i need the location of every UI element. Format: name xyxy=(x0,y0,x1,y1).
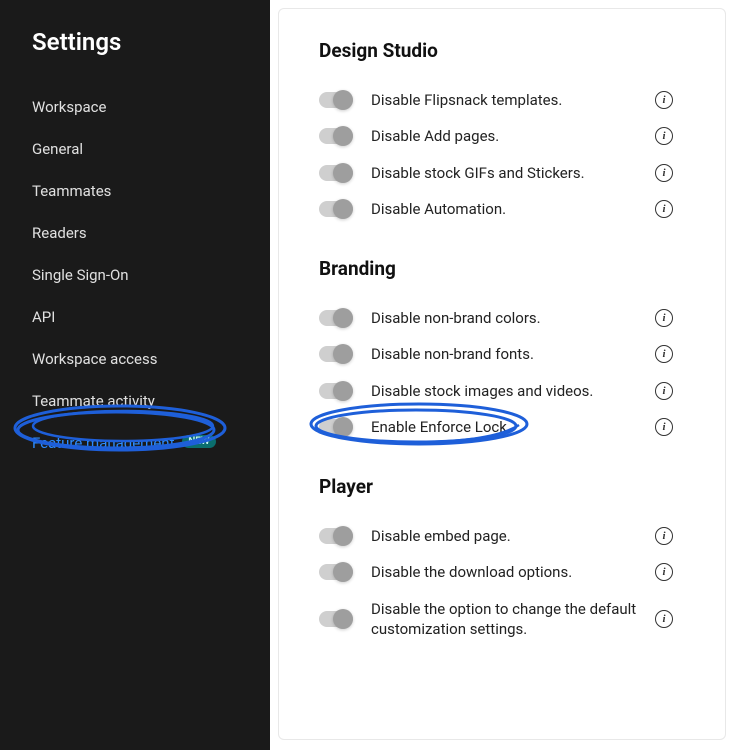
toggle-label: Disable Add pages. xyxy=(371,126,641,146)
toggle-label: Disable stock images and videos. xyxy=(371,381,641,401)
sidebar-item-teammate-activity[interactable]: Teammate activity xyxy=(0,380,270,422)
toggle-switch[interactable] xyxy=(319,528,353,544)
toggle-label: Disable embed page. xyxy=(371,526,641,546)
sidebar-item-label: Single Sign-On xyxy=(32,266,129,284)
info-icon[interactable]: i xyxy=(655,164,673,182)
info-icon[interactable]: i xyxy=(655,127,673,145)
sidebar-item-feature-management[interactable]: Feature management NEW xyxy=(0,422,270,464)
toggle-knob xyxy=(333,526,353,546)
info-icon[interactable]: i xyxy=(655,382,673,400)
info-icon[interactable]: i xyxy=(655,345,673,363)
toggle-knob xyxy=(333,90,353,110)
info-icon[interactable]: i xyxy=(655,418,673,436)
info-icon[interactable]: i xyxy=(655,91,673,109)
toggle-knob xyxy=(333,199,353,219)
toggle-switch[interactable] xyxy=(319,128,353,144)
toggle-row-disable-embed-page: Disable embed page. i xyxy=(319,518,725,554)
toggle-switch[interactable] xyxy=(319,201,353,217)
toggle-knob xyxy=(333,381,353,401)
toggle-label: Disable non-brand fonts. xyxy=(371,344,641,364)
toggle-row-disable-non-brand-colors: Disable non-brand colors. i xyxy=(319,300,725,336)
toggle-switch[interactable] xyxy=(319,611,353,627)
sidebar-item-sso[interactable]: Single Sign-On xyxy=(0,254,270,296)
info-icon[interactable]: i xyxy=(655,563,673,581)
toggle-knob xyxy=(333,417,353,437)
info-icon[interactable]: i xyxy=(655,309,673,327)
toggle-row-disable-customization-settings: Disable the option to change the default… xyxy=(319,591,725,648)
sidebar-item-readers[interactable]: Readers xyxy=(0,212,270,254)
toggle-row-disable-automation: Disable Automation. i xyxy=(319,191,725,227)
sidebar-item-label: Workspace access xyxy=(32,350,157,368)
toggle-row-disable-non-brand-fonts: Disable non-brand fonts. i xyxy=(319,336,725,372)
toggle-knob xyxy=(333,562,353,582)
sidebar-item-label: Teammates xyxy=(32,182,111,200)
sidebar-item-label: General xyxy=(32,140,83,158)
settings-sidebar: Settings Workspace General Teammates Rea… xyxy=(0,0,270,750)
new-badge: NEW xyxy=(182,435,216,448)
sidebar-item-teammates[interactable]: Teammates xyxy=(0,170,270,212)
toggle-knob xyxy=(333,609,353,629)
sidebar-item-label: API xyxy=(32,308,55,326)
toggle-switch[interactable] xyxy=(319,564,353,580)
main-panel: Design Studio Disable Flipsnack template… xyxy=(278,8,726,740)
toggle-label: Disable the download options. xyxy=(371,562,641,582)
section-design-studio: Design Studio Disable Flipsnack template… xyxy=(319,39,725,227)
section-title: Design Studio xyxy=(319,39,725,62)
sidebar-item-label: Teammate activity xyxy=(32,392,155,410)
toggle-switch[interactable] xyxy=(319,165,353,181)
toggle-row-disable-templates: Disable Flipsnack templates. i xyxy=(319,82,725,118)
sidebar-item-label: Workspace xyxy=(32,98,106,116)
sidebar-item-api[interactable]: API xyxy=(0,296,270,338)
section-title: Player xyxy=(319,475,725,498)
sidebar-title: Settings xyxy=(0,28,270,86)
toggle-row-disable-gifs-stickers: Disable stock GIFs and Stickers. i xyxy=(319,155,725,191)
toggle-knob xyxy=(333,344,353,364)
sidebar-item-workspace[interactable]: Workspace xyxy=(0,86,270,128)
section-branding: Branding Disable non-brand colors. i Dis… xyxy=(319,257,725,445)
toggle-label: Disable Flipsnack templates. xyxy=(371,90,641,110)
toggle-row-disable-download-options: Disable the download options. i xyxy=(319,554,725,590)
info-icon[interactable]: i xyxy=(655,610,673,628)
toggle-row-enable-enforce-lock: Enable Enforce Lock. i xyxy=(319,409,725,445)
sidebar-item-general[interactable]: General xyxy=(0,128,270,170)
toggle-label: Enable Enforce Lock. xyxy=(371,417,641,437)
toggle-knob xyxy=(333,126,353,146)
info-icon[interactable]: i xyxy=(655,200,673,218)
toggle-row-disable-stock-images-videos: Disable stock images and videos. i xyxy=(319,373,725,409)
toggle-switch[interactable] xyxy=(319,383,353,399)
info-icon[interactable]: i xyxy=(655,527,673,545)
toggle-label: Disable non-brand colors. xyxy=(371,308,641,328)
toggle-label: Disable Automation. xyxy=(371,199,641,219)
toggle-knob xyxy=(333,163,353,183)
sidebar-items: Workspace General Teammates Readers Sing… xyxy=(0,86,270,464)
sidebar-item-workspace-access[interactable]: Workspace access xyxy=(0,338,270,380)
sidebar-item-label: Readers xyxy=(32,224,87,242)
toggle-switch[interactable] xyxy=(319,310,353,326)
toggle-knob xyxy=(333,308,353,328)
toggle-switch[interactable] xyxy=(319,92,353,108)
toggle-label: Disable stock GIFs and Stickers. xyxy=(371,163,641,183)
section-player: Player Disable embed page. i Disable the… xyxy=(319,475,725,647)
section-title: Branding xyxy=(319,257,725,280)
toggle-label: Disable the option to change the default… xyxy=(371,599,641,640)
sidebar-item-label: Feature management xyxy=(32,434,174,452)
toggle-switch[interactable] xyxy=(319,419,353,435)
toggle-switch[interactable] xyxy=(319,346,353,362)
toggle-row-disable-add-pages: Disable Add pages. i xyxy=(319,118,725,154)
